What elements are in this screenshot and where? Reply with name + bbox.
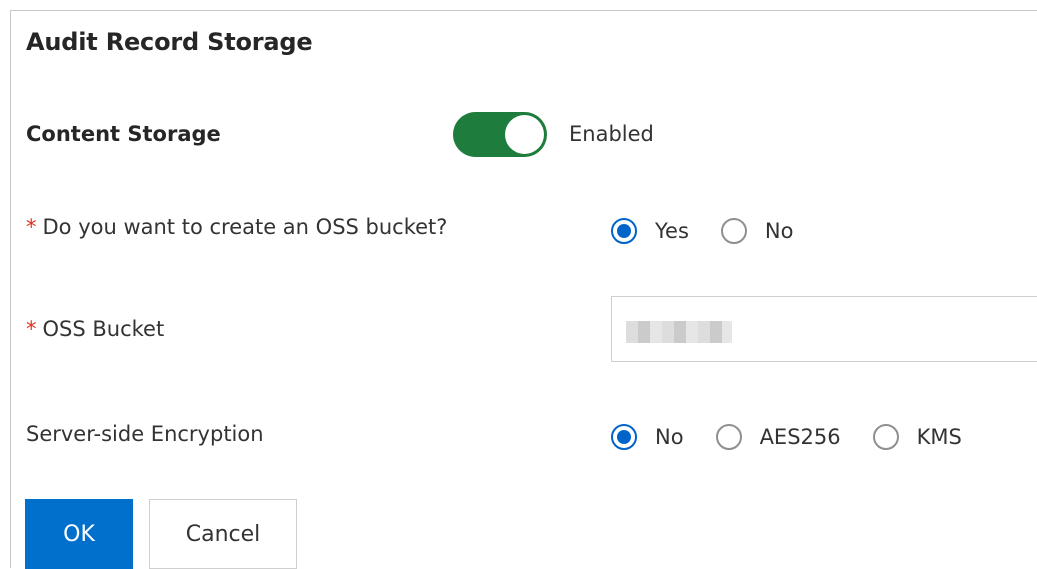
- redacted-value: [626, 321, 732, 343]
- content-storage-toggle[interactable]: [453, 112, 547, 157]
- radio-encryption-kms[interactable]: KMS: [872, 424, 962, 450]
- required-marker: *: [26, 317, 37, 341]
- radio-label: AES256: [759, 425, 841, 449]
- radio-label: No: [764, 219, 794, 243]
- dialog-title: Audit Record Storage: [26, 28, 313, 56]
- required-marker: *: [26, 215, 37, 239]
- radio-unchecked-icon: [715, 424, 742, 450]
- radio-unchecked-icon: [872, 424, 899, 450]
- radio-label: Yes: [655, 219, 689, 243]
- create-bucket-radio-group: Yes No: [611, 218, 793, 244]
- content-storage-status: Enabled: [569, 122, 654, 146]
- radio-create-bucket-no[interactable]: No: [720, 218, 794, 244]
- encryption-radio-group: No AES256 KMS: [611, 424, 962, 450]
- oss-bucket-label: * OSS Bucket: [26, 317, 164, 341]
- radio-create-bucket-yes[interactable]: Yes: [611, 218, 689, 244]
- oss-bucket-field[interactable]: [611, 296, 1037, 362]
- toggle-knob: [505, 115, 544, 154]
- cancel-button[interactable]: Cancel: [149, 499, 297, 569]
- oss-bucket-label-text: OSS Bucket: [42, 317, 165, 341]
- radio-label: KMS: [916, 425, 962, 449]
- audit-record-storage-panel: Audit Record Storage Content Storage Ena…: [10, 10, 1037, 569]
- radio-checked-icon: [611, 218, 637, 244]
- radio-label: No: [655, 425, 684, 449]
- radio-encryption-no[interactable]: No: [611, 424, 684, 450]
- content-storage-label: Content Storage: [26, 122, 221, 146]
- radio-checked-icon: [611, 424, 637, 450]
- encryption-label: Server-side Encryption: [26, 422, 264, 446]
- radio-encryption-aes256[interactable]: AES256: [715, 424, 841, 450]
- radio-unchecked-icon: [720, 218, 747, 244]
- create-bucket-label: * Do you want to create an OSS bucket?: [26, 215, 447, 239]
- ok-button[interactable]: OK: [25, 499, 133, 569]
- create-bucket-label-text: Do you want to create an OSS bucket?: [42, 215, 448, 239]
